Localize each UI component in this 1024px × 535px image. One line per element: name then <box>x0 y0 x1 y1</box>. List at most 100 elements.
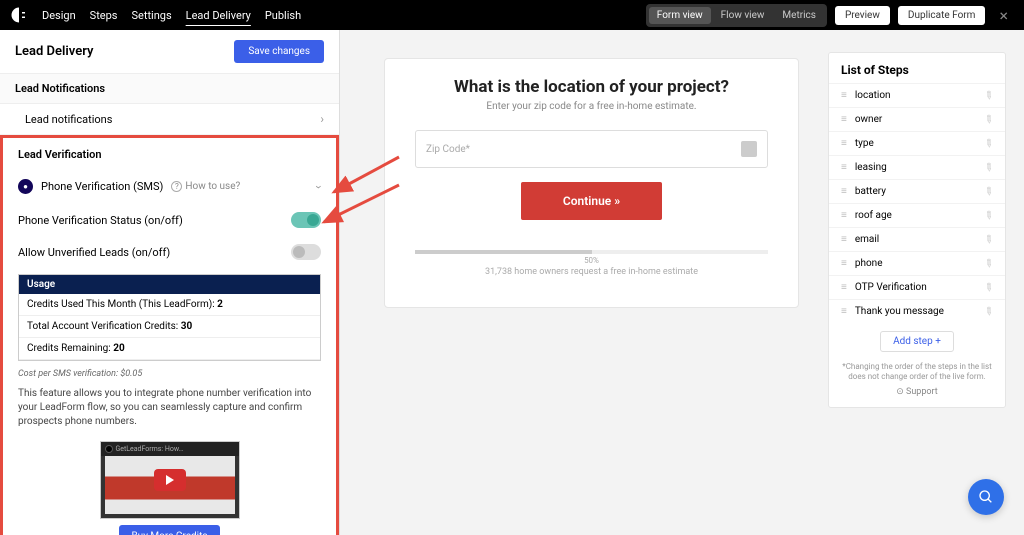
video-logo-icon <box>105 445 113 453</box>
usage-total-row: Total Account Verification Credits: 30 <box>19 316 320 338</box>
preview-button[interactable]: Preview <box>835 6 890 25</box>
verification-status-label: Phone Verification Status (on/off) <box>18 214 183 227</box>
duplicate-button[interactable]: Duplicate Form <box>898 6 986 25</box>
nav-design[interactable]: Design <box>42 9 76 22</box>
progress-wrap: 50% 31,738 home owners request a free in… <box>415 250 768 277</box>
step-row[interactable]: ≡ owner ✎ <box>829 107 1005 131</box>
verification-status-toggle[interactable] <box>291 212 321 228</box>
step-row[interactable]: ≡ battery ✎ <box>829 179 1005 203</box>
tutorial-video[interactable]: GetLeadForms: How… <box>100 441 240 519</box>
step-label: location <box>855 90 891 101</box>
usage-remain-row: Credits Remaining: 20 <box>19 338 320 360</box>
step-label: type <box>855 138 874 149</box>
form-preview: What is the location of your project? En… <box>384 58 799 308</box>
steps-note: *Changing the order of the steps in the … <box>829 356 1005 383</box>
zip-input[interactable]: Zip Code* <box>415 130 768 168</box>
step-row[interactable]: ≡ OTP Verification ✎ <box>829 275 1005 299</box>
feature-description: This feature allows you to integrate pho… <box>3 381 336 435</box>
tab-metrics[interactable]: Metrics <box>774 7 824 24</box>
zip-placeholder: Zip Code* <box>426 144 470 155</box>
allow-unverified-toggle[interactable] <box>291 244 321 260</box>
nav-steps[interactable]: Steps <box>90 9 118 22</box>
support-link[interactable]: ⊙ Support <box>829 387 1005 397</box>
drag-handle-icon[interactable]: ≡ <box>841 282 847 293</box>
edit-icon[interactable]: ✎ <box>981 232 996 248</box>
cost-note: Cost per SMS verification: $0.05 <box>3 367 336 381</box>
video-bar: GetLeadForms: How… <box>101 442 239 456</box>
edit-icon[interactable]: ✎ <box>981 256 996 272</box>
row-verification-status: Phone Verification Status (on/off) <box>3 204 336 236</box>
usage-box: Usage Credits Used This Month (This Lead… <box>18 274 321 361</box>
step-label: phone <box>855 258 883 269</box>
steps-title: List of Steps <box>829 63 1005 83</box>
help-fab[interactable] <box>968 479 1004 515</box>
chevron-down-icon: › <box>312 185 326 189</box>
drag-handle-icon[interactable]: ≡ <box>841 234 847 245</box>
save-changes-button[interactable]: Save changes <box>234 40 324 63</box>
row-lead-notifications[interactable]: Lead notifications › <box>0 104 339 135</box>
step-row[interactable]: ≡roof age✎ <box>829 203 1005 227</box>
step-row[interactable]: ≡ phone ✎ <box>829 251 1005 275</box>
drag-handle-icon[interactable]: ≡ <box>841 186 847 197</box>
step-row[interactable]: ≡ email ✎ <box>829 227 1005 251</box>
edit-icon[interactable]: ✎ <box>981 112 996 128</box>
drag-handle-icon[interactable]: ≡ <box>841 306 847 317</box>
how-to-use-link[interactable]: ? How to use? <box>171 181 240 192</box>
step-row[interactable]: ≡ type ✎ <box>829 131 1005 155</box>
continue-button[interactable]: Continue » <box>521 182 662 220</box>
edit-icon[interactable]: ✎ <box>981 304 996 320</box>
usage-month-row: Credits Used This Month (This LeadForm):… <box>19 294 320 316</box>
step-row[interactable]: ≡ location ✎ <box>829 83 1005 107</box>
tab-form-view[interactable]: Form view <box>649 7 711 24</box>
progress-note: 31,738 home owners request a free in-hom… <box>415 267 768 277</box>
edit-icon[interactable]: ✎ <box>981 88 996 104</box>
progress-bar <box>415 250 768 254</box>
edit-icon[interactable]: ✎ <box>981 208 996 224</box>
row-allow-unverified: Allow Unverified Leads (on/off) <box>3 236 336 268</box>
nav-publish[interactable]: Publish <box>265 9 301 22</box>
play-icon <box>154 469 186 491</box>
drag-handle-icon[interactable]: ≡ <box>841 138 847 149</box>
step-row[interactable]: ≡Thank you message✎ <box>829 299 1005 323</box>
drag-handle-icon[interactable]: ≡ <box>841 210 847 221</box>
add-step-button[interactable]: Add step + <box>880 331 954 352</box>
buy-credits-button[interactable]: Buy More Credits <box>119 525 219 535</box>
drag-handle-icon[interactable]: ≡ <box>841 258 847 269</box>
verification-badge-icon: ● <box>18 179 33 194</box>
nav-lead-delivery[interactable]: Lead Delivery <box>186 9 251 22</box>
step-row[interactable]: ≡ leasing ✎ <box>829 155 1005 179</box>
left-panel: Lead Delivery Save changes Lead Notifica… <box>0 30 340 535</box>
chevron-right-icon: › <box>320 112 324 126</box>
drag-handle-icon[interactable]: ≡ <box>841 114 847 125</box>
logo[interactable] <box>10 6 28 24</box>
usage-heading: Usage <box>19 275 320 294</box>
drag-handle-icon[interactable]: ≡ <box>841 90 847 101</box>
step-label: battery <box>855 186 886 197</box>
step-label: owner <box>855 114 882 125</box>
progress-percent: 50% <box>415 256 768 265</box>
view-switch: Form view Flow view Metrics <box>646 4 827 27</box>
step-label: email <box>855 234 879 245</box>
edit-icon[interactable]: ✎ <box>981 184 996 200</box>
row-phone-verification[interactable]: ● Phone Verification (SMS) ? How to use?… <box>3 169 336 204</box>
search-icon <box>978 489 994 505</box>
edit-icon[interactable]: ✎ <box>981 160 996 176</box>
section-lead-verification: Lead Verification <box>3 138 336 169</box>
nav-settings[interactable]: Settings <box>131 9 171 22</box>
lead-notifications-label: Lead notifications <box>15 113 112 126</box>
step-label: leasing <box>855 162 887 173</box>
edit-icon[interactable]: ✎ <box>981 136 996 152</box>
close-icon[interactable]: × <box>993 6 1014 25</box>
verification-highlight-box: Lead Verification ● Phone Verification (… <box>0 135 339 535</box>
form-title: What is the location of your project? <box>415 77 768 97</box>
edit-icon[interactable]: ✎ <box>981 280 996 296</box>
steps-panel: List of Steps ≡ location ✎ ≡ owner ✎ ≡ type ✎ ≡ le… <box>828 52 1006 408</box>
section-lead-notifications: Lead Notifications <box>0 74 339 104</box>
location-icon <box>741 141 757 157</box>
top-nav: Design Steps Settings Lead Delivery Publ… <box>0 0 1024 30</box>
allow-unverified-label: Allow Unverified Leads (on/off) <box>18 246 170 259</box>
step-label: OTP Verification <box>855 282 927 293</box>
question-icon: ? <box>171 181 182 192</box>
tab-flow-view[interactable]: Flow view <box>713 7 773 24</box>
drag-handle-icon[interactable]: ≡ <box>841 162 847 173</box>
